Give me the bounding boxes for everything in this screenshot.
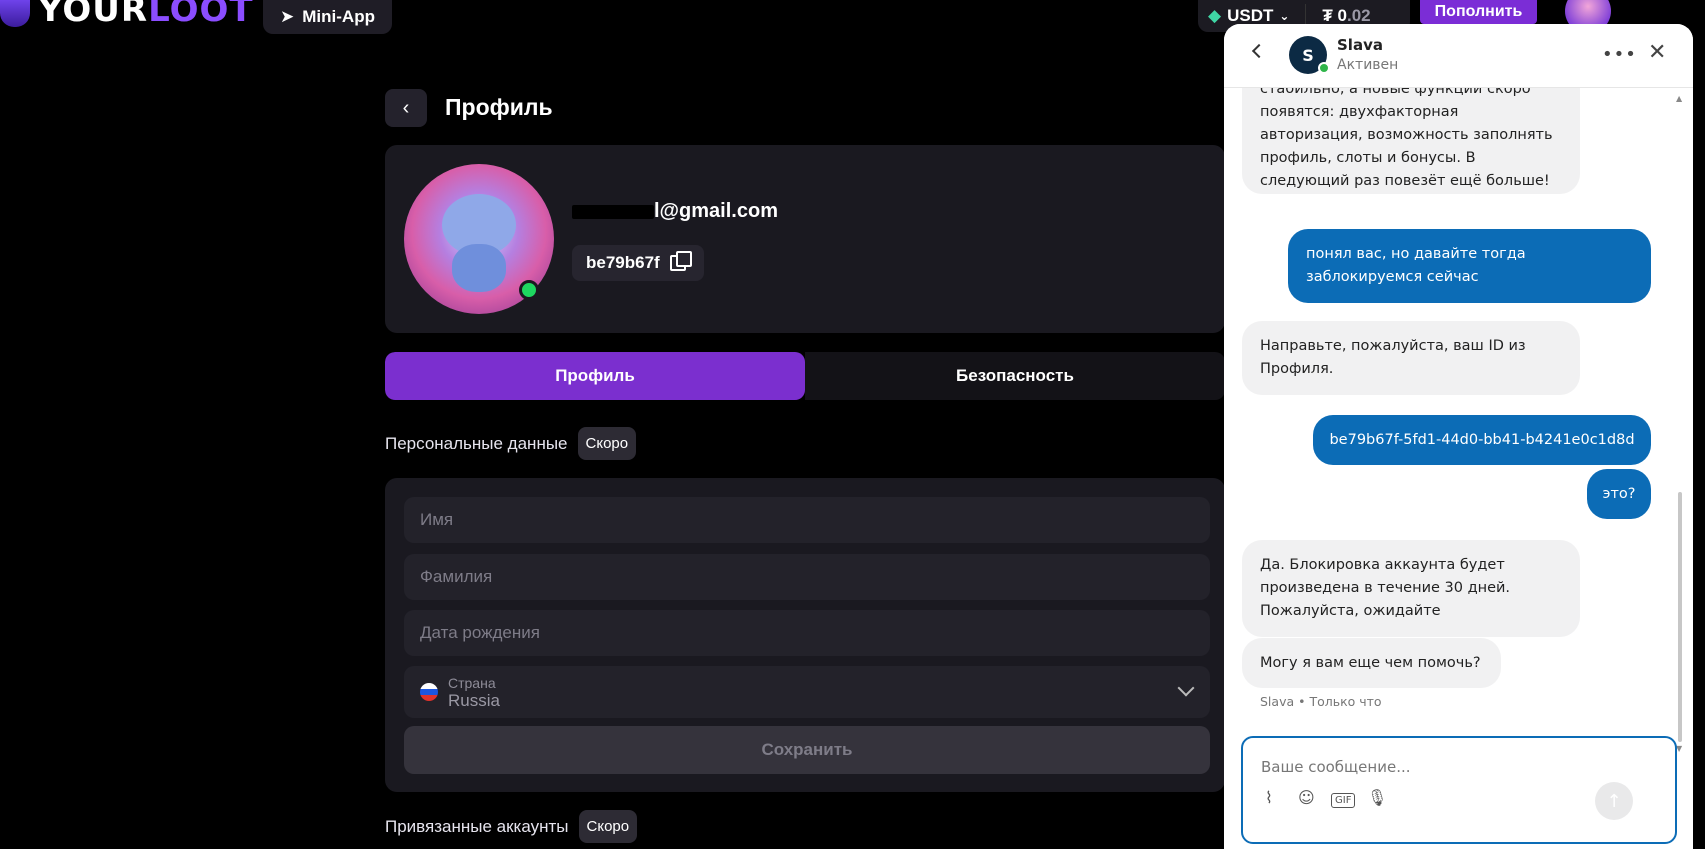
linked-accounts-heading: Привязанные аккаунты Скоро xyxy=(385,810,638,843)
message-meta: Slava • Только что xyxy=(1260,694,1382,709)
chat-message-user: понял вас, но давайте тогда заблокируемс… xyxy=(1288,229,1651,303)
back-button[interactable]: ‹ xyxy=(385,89,427,127)
agent-status: Активен xyxy=(1337,57,1399,73)
chevron-left-icon[interactable] xyxy=(1251,43,1267,59)
attachment-icon[interactable]: ⌇ xyxy=(1265,788,1273,807)
soon-badge: Скоро xyxy=(578,810,638,843)
logo-text-your: YOUR xyxy=(38,0,149,30)
chat-message-agent: Направьте, пожалуйста, ваш ID из Профиля… xyxy=(1242,321,1580,395)
country-value: Russia xyxy=(448,690,500,710)
diamond-icon: ◆ xyxy=(1208,6,1222,25)
copy-icon[interactable] xyxy=(669,251,692,271)
personal-data-heading: Персональные данные Скоро xyxy=(385,427,637,460)
chat-message-user: это? xyxy=(1587,469,1651,519)
brand-logo[interactable]: YOURLOOT xyxy=(0,0,254,30)
chevron-down-icon: ⌄ xyxy=(1279,9,1290,23)
russia-flag-icon xyxy=(420,683,438,701)
message-input-placeholder: Ваше сообщение... xyxy=(1261,758,1411,776)
user-id: be79b67f xyxy=(586,253,660,272)
message-input[interactable]: Ваше сообщение... ⌇ ☺ GIF 🎙 ↑ xyxy=(1241,736,1677,844)
chat-scrollbar[interactable] xyxy=(1678,492,1682,742)
page-title: Профиль xyxy=(445,94,553,120)
first-name-field[interactable]: Имя xyxy=(404,497,1210,543)
balance: ₮ 0.02 xyxy=(1322,6,1371,25)
emoji-icon[interactable]: ☺ xyxy=(1298,788,1315,807)
mini-app-button[interactable]: ➤ Mini-App xyxy=(263,0,392,34)
currency-label: USDT xyxy=(1227,6,1274,25)
online-indicator xyxy=(1318,62,1330,74)
save-button[interactable]: Сохранить xyxy=(404,726,1210,774)
scroll-up-arrow-icon[interactable]: ▲ xyxy=(1676,94,1682,103)
logo-text-loot: LOOT xyxy=(148,0,254,30)
user-email: l@gmail.com xyxy=(572,200,778,223)
birthdate-field[interactable]: Дата рождения xyxy=(404,610,1210,656)
chat-message-agent: Да. Блокировка аккаунта будет произведен… xyxy=(1242,540,1580,637)
chat-header: S Slava Активен ••• ✕ xyxy=(1224,24,1693,88)
logo-icon xyxy=(0,0,30,27)
profile-tabs: Профиль Безопасность xyxy=(385,352,1225,400)
send-button[interactable]: ↑ xyxy=(1595,782,1633,820)
chevron-down-icon xyxy=(1177,679,1195,697)
topup-button[interactable]: Пополнить xyxy=(1420,0,1537,24)
soon-badge: Скоро xyxy=(577,427,637,460)
paper-plane-icon: ➤ xyxy=(280,7,295,26)
online-indicator xyxy=(519,280,539,300)
redaction xyxy=(572,204,654,219)
tab-profile[interactable]: Профиль xyxy=(385,352,805,400)
chat-message-agent: Могу я вам еще чем помочь? xyxy=(1242,638,1501,688)
chat-message-user: be79b67f-5fd1-44d0-bb41-b4241e0c1d8d xyxy=(1313,415,1651,465)
close-icon[interactable]: ✕ xyxy=(1648,40,1666,65)
mini-app-label: Mini-App xyxy=(302,7,375,26)
user-id-chip[interactable]: be79b67f xyxy=(572,245,704,281)
agent-name: Slava xyxy=(1337,36,1383,54)
microphone-icon[interactable]: 🎙 xyxy=(1367,788,1387,807)
more-options-icon[interactable]: ••• xyxy=(1602,44,1637,65)
chevron-left-icon: ‹ xyxy=(402,96,410,119)
tab-security[interactable]: Безопасность xyxy=(805,352,1225,400)
country-label: Страна xyxy=(448,674,496,691)
country-select[interactable]: Страна Russia xyxy=(404,666,1210,718)
gif-icon[interactable]: GIF xyxy=(1331,793,1356,808)
last-name-field[interactable]: Фамилия xyxy=(404,554,1210,600)
support-chat-widget: стабильно, а новые функции скоро появятс… xyxy=(1224,24,1693,849)
